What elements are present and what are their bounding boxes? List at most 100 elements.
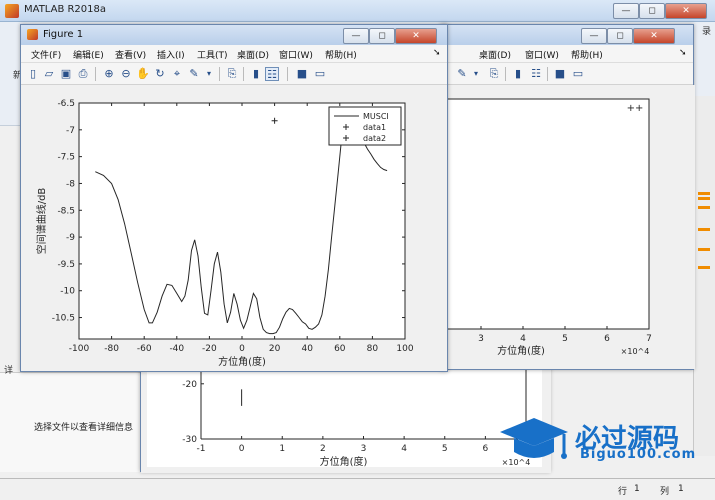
x-tick-label: 80 [367,344,379,354]
figure-right-window-buttons: — ◻ ✕ [581,28,675,44]
menu-edit[interactable]: 编辑(E) [73,48,104,61]
show-plot-tools-icon[interactable]: ▭ [571,67,585,81]
zoom-in-icon[interactable]: ⊕ [102,67,116,81]
matlab-title: MATLAB R2018a [24,4,107,15]
menu-desktop[interactable]: 桌面(D) [479,48,511,61]
x-axis-label: 方位角(度) [497,344,545,357]
menu-dock-arrow-icon[interactable]: ➘ [433,48,441,58]
y-tick-label: -30 [182,435,197,445]
figure-right-canvas: 3 4 5 6 7 方位角(度) ×10^4 ++ [441,85,695,369]
menu-help[interactable]: 帮助(H) [571,48,603,61]
y-tick-label: -8.5 [57,206,75,216]
hide-plot-tools-icon[interactable]: ■ [295,67,309,81]
toolbar-separator [219,67,220,81]
x-tick-label: 4 [401,444,407,454]
y-tick-label: -20 [182,380,197,390]
status-row-value: 1 [634,484,640,494]
detail-label-clip: 详 [4,366,14,376]
x-tick-label: 20 [269,344,281,354]
status-col-label: 列 [660,487,670,497]
data-cursor-icon[interactable]: ⌖ [170,67,184,81]
show-plot-tools-icon[interactable]: ▭ [313,67,327,81]
maximize-button[interactable]: ◻ [369,28,395,44]
minimize-button[interactable]: — [613,3,639,19]
y-tick-label: -7.5 [57,153,75,163]
minimize-button[interactable]: — [343,28,369,44]
matlab-right-strip [693,96,715,456]
figure-1-canvas: -100 -80 -60 -40 -20 0 20 40 60 80 100 -6.5 -7 -7.5 -8… [21,85,447,371]
minimize-button[interactable]: — [581,28,607,44]
legend-entry: ++ [627,103,644,114]
x-tick-label: -80 [104,344,119,354]
strip-mark-icon [698,248,710,251]
x-tick-label: 5 [562,334,568,344]
close-button[interactable]: ✕ [665,3,707,19]
x-tick-label: 40 [301,344,313,354]
matlab-window-buttons: — ◻ ✕ [613,3,707,19]
new-figure-icon[interactable]: ▯ [26,67,40,81]
menu-dock-arrow-icon[interactable]: ➘ [679,48,687,58]
x-tick-label: 1 [279,444,285,454]
x-tick-label: 3 [361,444,367,454]
toolbar-separator [547,67,548,81]
legend-entry: data1 [363,123,386,132]
open-icon[interactable]: ▱ [42,67,56,81]
colorbar-icon[interactable]: ▮ [511,67,525,81]
toolbar-separator [287,67,288,81]
y-tick-label: -9.5 [57,260,75,270]
figure-1-window-buttons: — ◻ ✕ [343,28,437,44]
x-tick-label: -20 [202,344,217,354]
close-button[interactable]: ✕ [633,28,675,44]
x-exponent-label: ×10^4 [621,347,650,356]
x-tick-label: 6 [604,334,610,344]
legend-icon[interactable]: ☷ [529,67,543,81]
axes-box [441,98,650,330]
brush-icon[interactable]: ✎ [455,67,469,81]
rotate-icon[interactable]: ↻ [153,67,167,81]
ribbon-clip-text: 录 [701,27,711,37]
figure-right-toolbar: ✎ ▾ ⎘ ▮ ☷ ■ ▭ [441,63,693,85]
menu-file[interactable]: 文件(F) [31,48,61,61]
menu-desktop[interactable]: 桌面(D) [237,48,269,61]
print-icon[interactable]: ⎙ [76,67,90,81]
menu-help[interactable]: 帮助(H) [325,48,357,61]
toolbar-separator [95,67,96,81]
menu-tools[interactable]: 工具(T) [197,48,228,61]
brush-icon[interactable]: ✎ [187,67,201,81]
menu-window[interactable]: 窗口(W) [279,48,313,61]
pan-icon[interactable]: ✋ [136,67,150,81]
menu-window[interactable]: 窗口(W) [525,48,559,61]
brush-dropdown-icon[interactable]: ▾ [202,67,216,81]
figure-right-window[interactable]: — ◻ ✕ 桌面(D) 窗口(W) 帮助(H) ➘ ✎ ▾ ⎘ ▮ ☷ ■ ▭ … [440,24,695,370]
legend-entry: data2 [363,134,386,143]
figure-1-window[interactable]: Figure 1 — ◻ ✕ 文件(F) 编辑(E) 查看(V) 插入(I) 工… [20,24,448,372]
maximize-button[interactable]: ◻ [607,28,633,44]
menu-view[interactable]: 查看(V) [115,48,146,61]
matlab-titlebar: MATLAB R2018a — ◻ ✕ [0,0,715,22]
colorbar-icon[interactable]: ▮ [249,67,263,81]
close-button[interactable]: ✕ [395,28,437,44]
x-tick-label: 100 [396,344,413,354]
link-plot-icon[interactable]: ⎘ [487,67,501,81]
strip-mark-icon [698,197,710,200]
legend-icon[interactable]: ☷ [265,67,279,81]
save-icon[interactable]: ▣ [59,67,73,81]
graduation-cap-logo-icon [500,418,568,459]
x-tick-label: 0 [239,344,245,354]
figure-right-menubar: 桌面(D) 窗口(W) 帮助(H) ➘ [441,45,693,63]
x-tick-label: 4 [520,334,526,344]
maximize-button[interactable]: ◻ [639,3,665,19]
menu-insert[interactable]: 插入(I) [157,48,185,61]
zoom-out-icon[interactable]: ⊖ [119,67,133,81]
figure-1-menubar: 文件(F) 编辑(E) 查看(V) 插入(I) 工具(T) 桌面(D) 窗口(W… [21,45,447,63]
x-tick-label: 2 [320,444,326,454]
y-tick-label: -10.5 [52,314,75,324]
brush-dropdown-icon[interactable]: ▾ [469,67,483,81]
x-tick-label: -100 [69,344,90,354]
figure-1-toolbar: ▯ ▱ ▣ ⎙ ⊕ ⊖ ✋ ↻ ⌖ ✎ ▾ ⎘ ▮ ☷ ■ ▭ [21,63,447,85]
link-plot-icon[interactable]: ⎘ [225,67,239,81]
hide-plot-tools-icon[interactable]: ■ [553,67,567,81]
y-tick-label: -7 [66,126,75,136]
x-tick-label: 6 [483,444,489,454]
status-row-label: 行 [618,487,628,497]
